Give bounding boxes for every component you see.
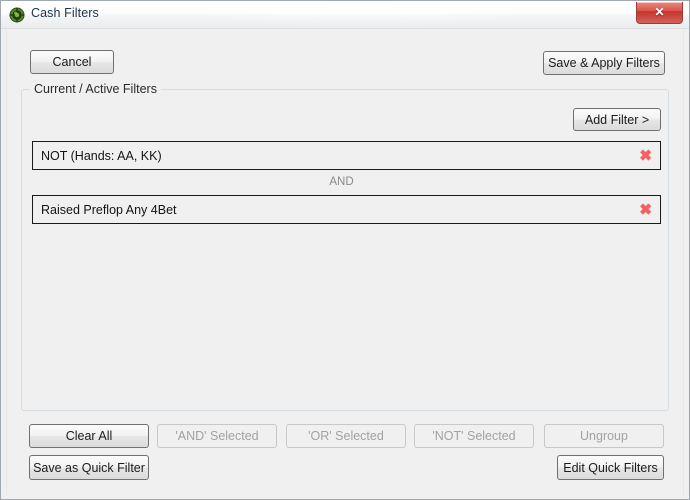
filter-row[interactable]: NOT (Hands: AA, KK) ✖ (32, 141, 661, 170)
save-as-quick-filter-button[interactable]: Save as Quick Filter (29, 455, 149, 480)
edit-quick-filters-button[interactable]: Edit Quick Filters (557, 455, 664, 480)
poker-chip-icon (9, 7, 25, 23)
remove-filter-icon[interactable]: ✖ (639, 202, 652, 217)
title-bar: Cash Filters ✕ (1, 1, 689, 29)
add-filter-button[interactable]: Add Filter > (573, 108, 661, 131)
or-selected-button[interactable]: 'OR' Selected (286, 424, 406, 448)
filter-label: NOT (Hands: AA, KK) (41, 148, 162, 163)
group-title: Current / Active Filters (30, 82, 161, 96)
close-button[interactable]: ✕ (636, 2, 683, 24)
filter-row[interactable]: Raised Preflop Any 4Bet ✖ (32, 195, 661, 224)
remove-filter-icon[interactable]: ✖ (639, 148, 652, 163)
clear-all-button[interactable]: Clear All (29, 424, 149, 448)
not-selected-button[interactable]: 'NOT' Selected (414, 424, 534, 448)
cash-filters-window: Cash Filters ✕ Cancel Save & Apply Filte… (0, 0, 690, 500)
and-selected-button[interactable]: 'AND' Selected (157, 424, 277, 448)
ungroup-button[interactable]: Ungroup (544, 424, 664, 448)
window-title: Cash Filters (31, 6, 99, 20)
cancel-button[interactable]: Cancel (30, 50, 114, 74)
client-area: Cancel Save & Apply Filters Current / Ac… (6, 29, 684, 495)
filter-connector-and: AND (329, 176, 354, 188)
current-active-filters-group: Current / Active Filters Add Filter > NO… (21, 82, 669, 411)
save-and-apply-filters-button[interactable]: Save & Apply Filters (543, 51, 665, 75)
filter-label: Raised Preflop Any 4Bet (41, 202, 177, 217)
